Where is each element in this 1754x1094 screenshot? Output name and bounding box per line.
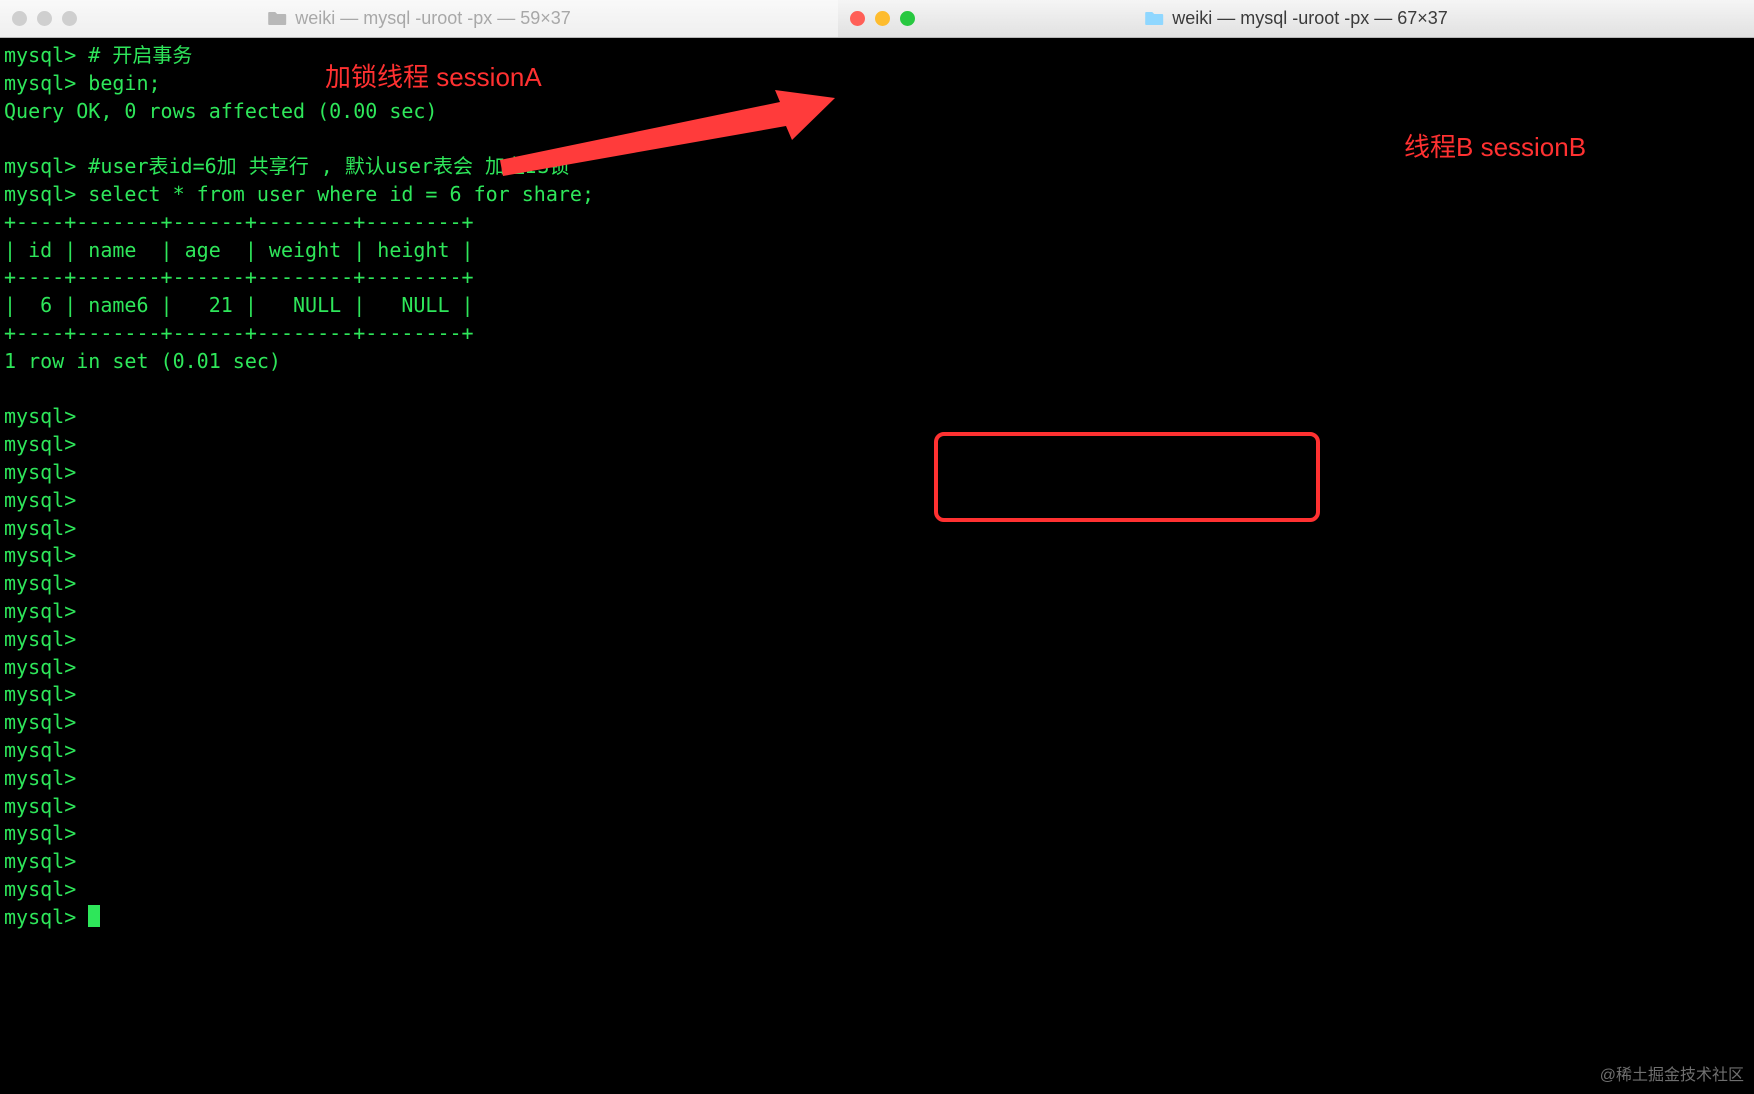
window-controls-left bbox=[12, 11, 77, 26]
folder-icon bbox=[267, 10, 287, 26]
window-controls-right bbox=[850, 11, 915, 26]
terminal-output-right[interactable] bbox=[838, 38, 1754, 1094]
zoom-icon[interactable] bbox=[900, 11, 915, 26]
window-title-text: weiki — mysql -uroot -px — 67×37 bbox=[1172, 5, 1448, 33]
window-title-right: weiki — mysql -uroot -px — 67×37 bbox=[1144, 5, 1448, 33]
minimize-icon[interactable] bbox=[875, 11, 890, 26]
terminal-output-left[interactable]: mysql> # 开启事务 mysql> begin; Query OK, 0 … bbox=[0, 38, 838, 1094]
window-title-text: weiki — mysql -uroot -px — 59×37 bbox=[295, 5, 571, 33]
zoom-icon[interactable] bbox=[62, 11, 77, 26]
close-icon[interactable] bbox=[12, 11, 27, 26]
terminal-window-right: weiki — mysql -uroot -px — 67×37 bbox=[838, 0, 1754, 1094]
terminal-window-left: weiki — mysql -uroot -px — 59×37 mysql> … bbox=[0, 0, 838, 1094]
titlebar-left[interactable]: weiki — mysql -uroot -px — 59×37 bbox=[0, 0, 838, 38]
minimize-icon[interactable] bbox=[37, 11, 52, 26]
watermark: @稀土掘金技术社区 bbox=[1600, 1062, 1744, 1090]
window-title-left: weiki — mysql -uroot -px — 59×37 bbox=[267, 5, 571, 33]
cursor-icon bbox=[88, 905, 100, 927]
folder-icon bbox=[1144, 10, 1164, 26]
titlebar-right[interactable]: weiki — mysql -uroot -px — 67×37 bbox=[838, 0, 1754, 38]
close-icon[interactable] bbox=[850, 11, 865, 26]
